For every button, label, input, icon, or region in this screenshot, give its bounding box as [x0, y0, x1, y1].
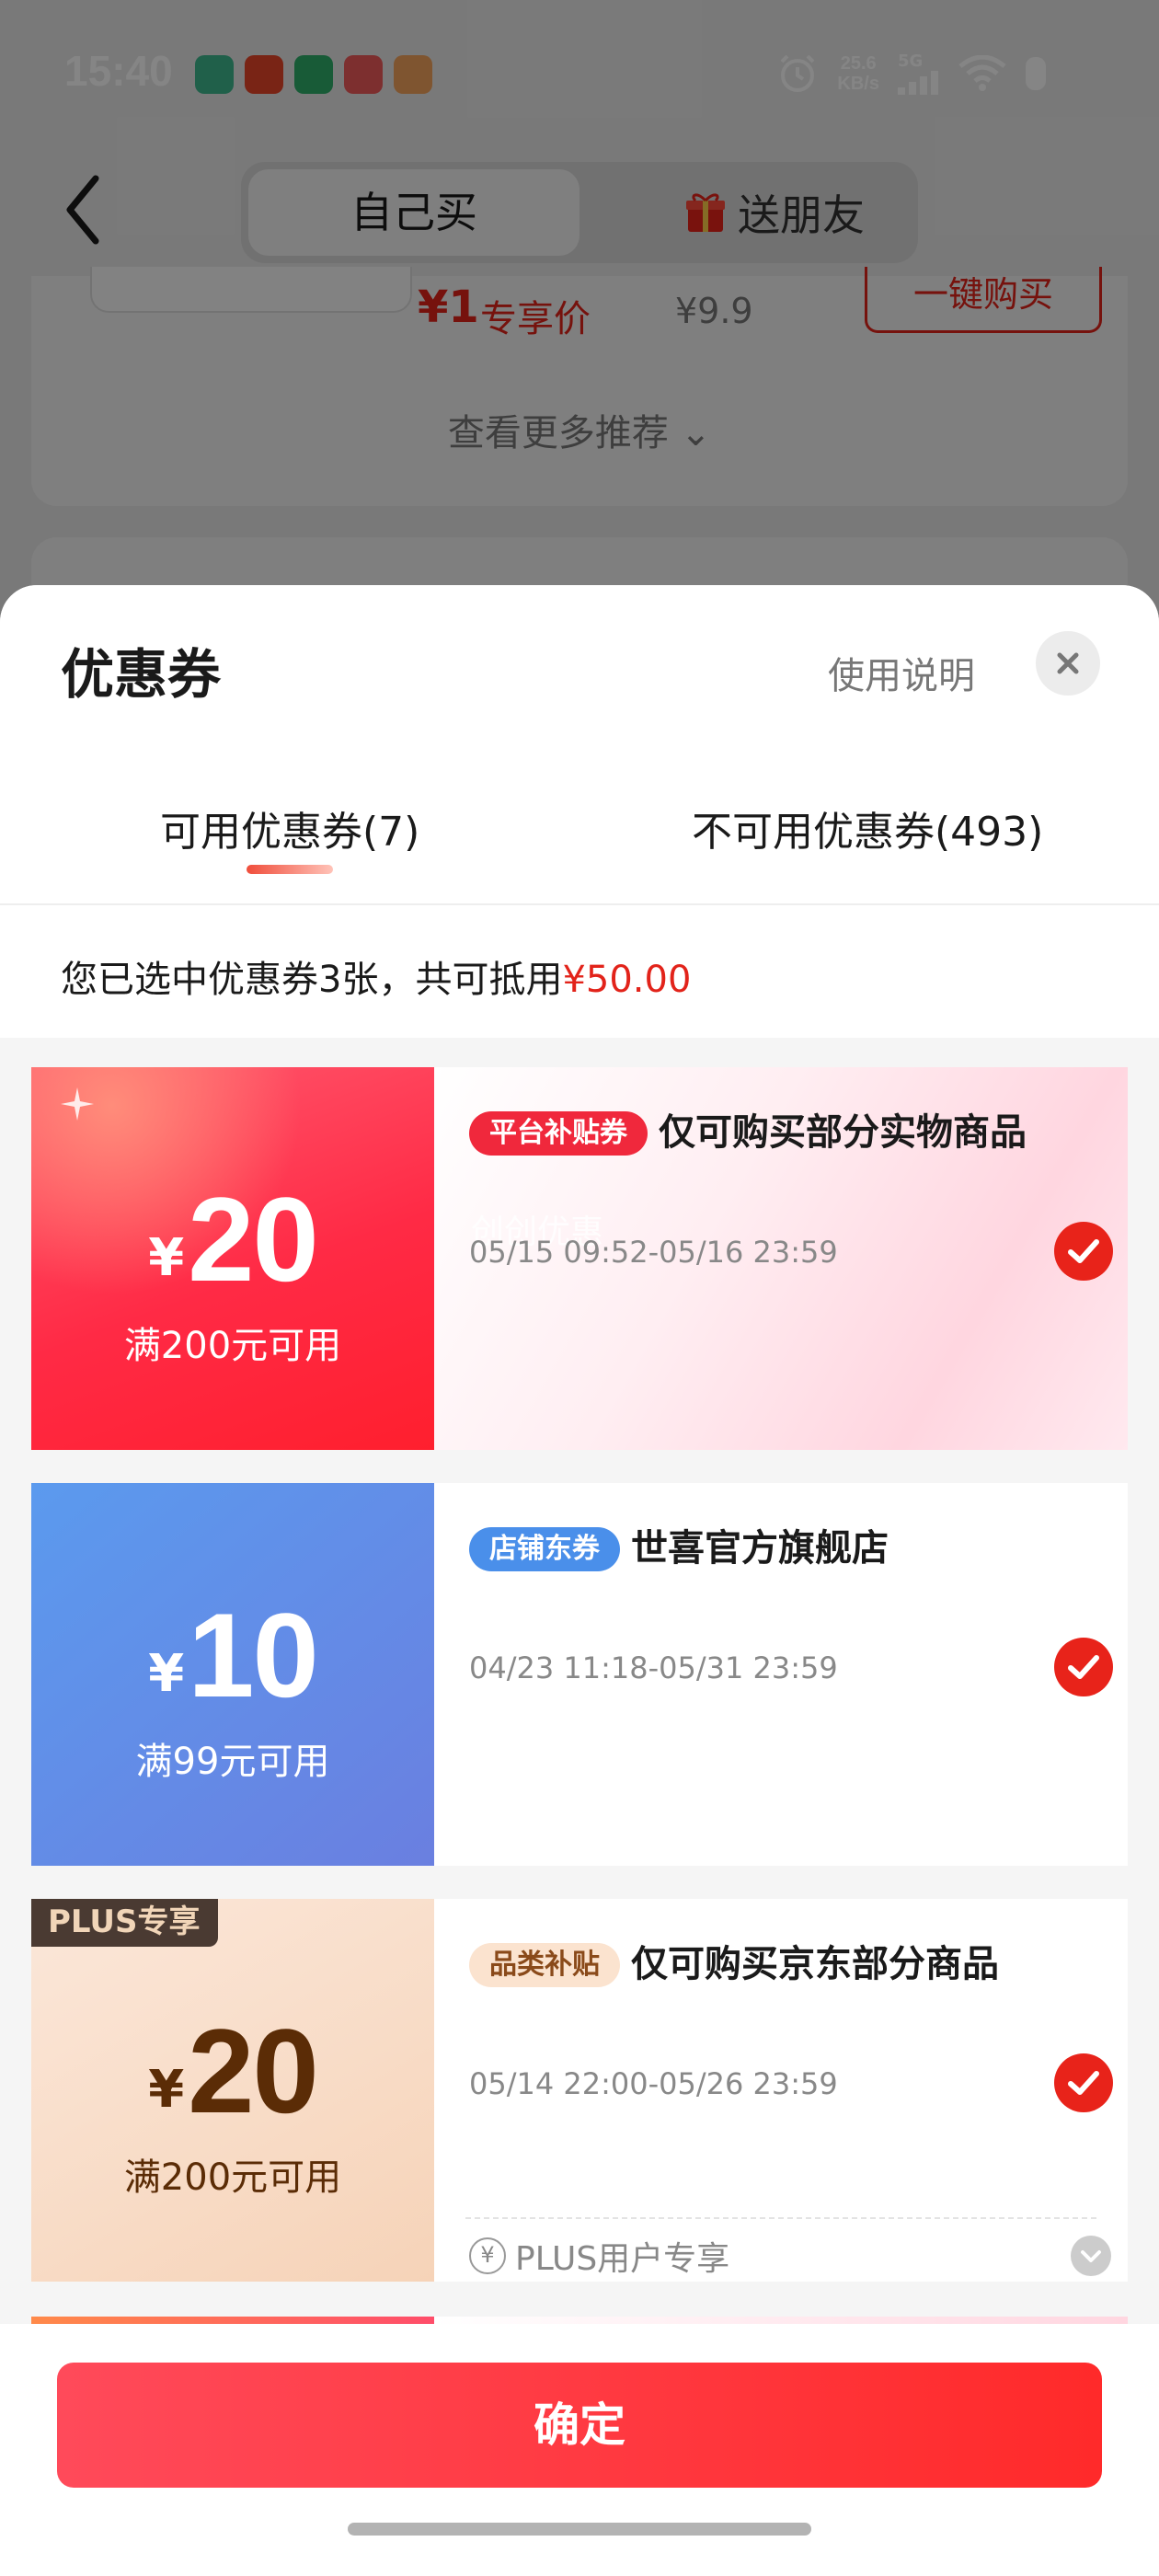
selection-summary: 您已选中优惠券3张，共可抵用¥50.00	[61, 949, 691, 1003]
summary-amount: ¥50.00	[562, 959, 692, 1001]
coupon-currency: ¥	[148, 1644, 185, 1704]
chevron-down-icon	[1081, 2250, 1101, 2262]
coupon-checkbox[interactable]	[1054, 1638, 1113, 1696]
coupon-amount: ¥20	[31, 1170, 434, 1308]
check-icon	[1068, 1655, 1099, 1679]
coupon-title-text: 仅可购买京东部分商品	[631, 1943, 999, 1985]
coupon-checkbox[interactable]	[1054, 1222, 1113, 1281]
coupon-title-text: 世喜官方旗舰店	[631, 1527, 889, 1570]
coupon-value-panel: ¥20 满200元可用 PLUS专享	[31, 1899, 434, 2282]
check-icon	[1068, 1239, 1099, 1263]
coupon-currency: ¥	[148, 2060, 185, 2120]
coupon-validity: 05/14 22:00-05/26 23:59	[469, 2066, 838, 2101]
close-button[interactable]	[1036, 631, 1100, 696]
coupon-detail-panel: 品类补贴 仅可购买京东部分商品 05/14 22:00-05/26 23:59 ¥…	[434, 1899, 1128, 2282]
coupon-card[interactable]: ¥20 满200元可用 PLUS专享 品类补贴 仅可购买京东部分商品 05/14 …	[31, 1899, 1128, 2282]
confirm-button[interactable]: 确定	[57, 2363, 1102, 2488]
coupon-tag: 品类补贴	[469, 1943, 620, 1987]
coupon-amount: ¥10	[31, 1586, 434, 1724]
sparkle-icon	[61, 1087, 94, 1121]
coupon-tag: 平台补贴券	[469, 1111, 648, 1156]
coupon-card[interactable]: ¥10 满99元可用 店铺东券 世喜官方旗舰店 04/23 11:18-05/31…	[31, 1483, 1128, 1866]
home-indicator[interactable]	[348, 2523, 811, 2536]
coupon-condition: 满200元可用	[123, 2156, 342, 2199]
header-divider	[0, 903, 1159, 905]
coupon-currency: ¥	[148, 1228, 185, 1288]
check-icon	[1068, 2071, 1099, 2095]
plus-user-note: ¥ PLUS用户专享	[469, 2232, 729, 2280]
coupon-detail-panel: 店铺东券 世喜官方旗舰店 04/23 11:18-05/31 23:59	[434, 1483, 1128, 1866]
active-tab-indicator	[247, 865, 333, 874]
coupon-condition: 满99元可用	[135, 1741, 330, 1783]
summary-text: 您已选中优惠券3张，共可抵用	[61, 959, 563, 1001]
sheet-title: 优惠券	[61, 643, 222, 706]
coupon-amount-value: 20	[188, 1172, 319, 1306]
coupon-tag: 店铺东券	[469, 1527, 620, 1571]
plus-exclusive-badge: PLUS专享	[31, 1899, 219, 1947]
coupon-title: 店铺东券 世喜官方旗舰店	[469, 1520, 1058, 1577]
coupon-title: 平台补贴券 仅可购买部分实物商品	[469, 1104, 1058, 1161]
plus-separator	[465, 2217, 1096, 2219]
usage-instructions-link[interactable]: 使用说明	[828, 646, 975, 699]
coupon-validity: 04/23 11:18-05/31 23:59	[469, 1650, 838, 1685]
sheet-footer: 确定	[0, 2324, 1159, 2576]
expand-button[interactable]	[1071, 2236, 1111, 2276]
coupon-value-panel: ¥10 满99元可用	[31, 1483, 434, 1866]
tab-unavailable-coupons[interactable]: 不可用优惠券(493)	[692, 799, 1043, 857]
coupon-card[interactable]: ¥20 满200元可用 平台补贴券 仅可购买部分实物商品 创创优惠 05/15 0…	[31, 1067, 1128, 1450]
coupon-checkbox[interactable]	[1054, 2053, 1113, 2112]
coupon-amount-value: 10	[188, 1588, 319, 1722]
coupon-sheet: 优惠券 使用说明 可用优惠券(7) 不可用优惠券(493) 您已选中优惠券3张，…	[0, 585, 1159, 2576]
coupon-amount: ¥20	[31, 2002, 434, 2140]
plus-note-text: PLUS用户专享	[515, 2240, 730, 2278]
coupon-amount-value: 20	[188, 2004, 319, 2138]
yen-circle-icon: ¥	[469, 2237, 506, 2274]
coupon-value-panel: ¥20 满200元可用	[31, 1067, 434, 1450]
close-icon	[1057, 652, 1079, 674]
coupon-condition: 满200元可用	[123, 1325, 342, 1367]
coupon-title-text: 仅可购买部分实物商品	[659, 1111, 1027, 1154]
coupon-sheet-header: 优惠券 使用说明 可用优惠券(7) 不可用优惠券(493) 您已选中优惠券3张，…	[0, 585, 1159, 1038]
coupon-detail-panel: 平台补贴券 仅可购买部分实物商品 创创优惠 05/15 09:52-05/16 2…	[434, 1067, 1128, 1450]
coupon-validity: 05/15 09:52-05/16 23:59	[469, 1235, 838, 1270]
tab-available-coupons[interactable]: 可用优惠券(7)	[160, 799, 419, 857]
coupon-title: 品类补贴 仅可购买京东部分商品	[469, 1936, 1058, 1993]
